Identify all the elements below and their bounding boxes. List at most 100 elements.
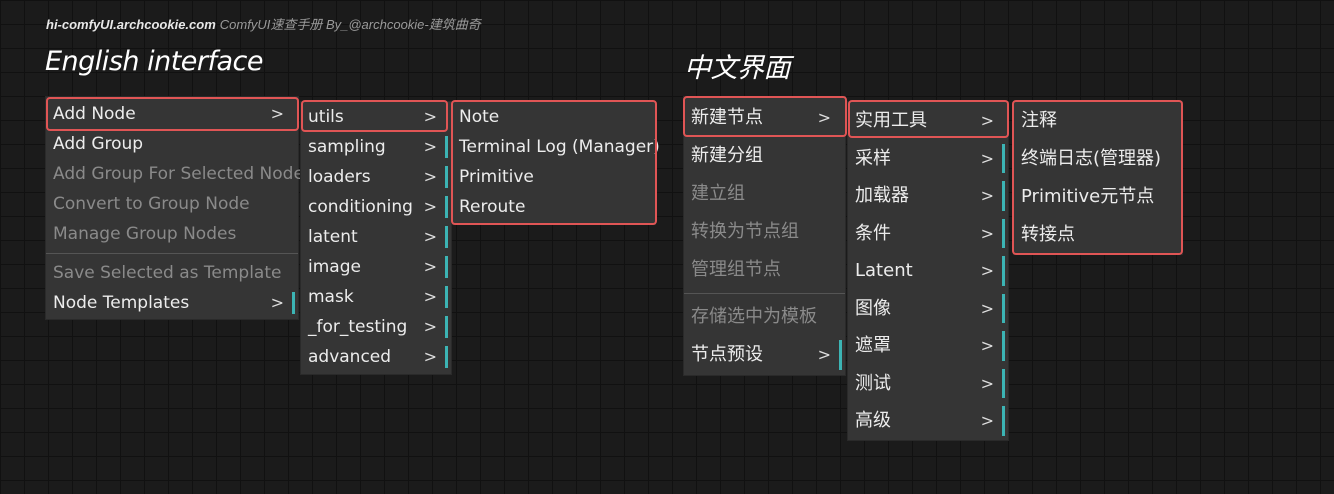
cn-category-utils[interactable]: 实用工具 > (848, 102, 1008, 140)
english-section-title: English interface (45, 46, 264, 77)
cn-category-advanced-label: 高级 (855, 410, 891, 431)
cn-utils-reroute[interactable]: 转接点 (1014, 216, 1182, 254)
chevron-right-icon: > (423, 197, 437, 216)
cn-utils-terminal-log-label: 终端日志(管理器) (1021, 148, 1162, 169)
chevron-right-icon: > (980, 111, 994, 130)
cn-menu-add-node[interactable]: 新建节点 > (684, 99, 845, 137)
cn-menu-manage-group-nodes-label: 管理组节点 (691, 259, 781, 280)
cn-utils-terminal-log[interactable]: 终端日志(管理器) (1014, 140, 1182, 178)
en-utils-menu: Note Terminal Log (Manager) Primitive Re… (452, 102, 660, 224)
en-menu-add-group[interactable]: Add Group (46, 129, 298, 159)
cn-category-for-testing-label: 测试 (855, 372, 891, 394)
en-menu-manage-group-nodes-label: Manage Group Nodes (53, 224, 237, 244)
chevron-right-icon: > (270, 104, 284, 123)
submenu-indicator (1002, 406, 1005, 436)
en-utils-reroute[interactable]: Reroute (452, 192, 655, 222)
chevron-right-icon: > (980, 336, 994, 355)
chevron-right-icon: > (980, 186, 994, 205)
en-category-loaders[interactable]: loaders > (301, 162, 451, 192)
submenu-indicator (445, 196, 448, 218)
chevron-right-icon: > (423, 257, 437, 276)
cn-category-latent-label: Latent (855, 260, 913, 281)
watermark: hi-comfyUI.archcookie.com ComfyUI速查手册 By_… (46, 14, 481, 33)
en-category-image-label: image (308, 257, 361, 277)
cn-utils-primitive-label: Primitive元节点 (1021, 186, 1155, 207)
cn-utils-primitive[interactable]: Primitive元节点 (1014, 178, 1182, 216)
submenu-indicator (839, 340, 842, 370)
en-menu-save-template-label: Save Selected as Template (53, 263, 282, 283)
en-utils-terminal-log[interactable]: Terminal Log (Manager) (452, 132, 660, 162)
cn-category-advanced[interactable]: 高级 > (848, 402, 1008, 440)
en-menu-convert-group-node: Convert to Group Node (46, 189, 298, 219)
en-category-conditioning[interactable]: conditioning > (301, 192, 451, 222)
submenu-indicator (292, 292, 295, 314)
chevron-right-icon: > (423, 107, 437, 126)
en-menu-save-template: Save Selected as Template (46, 258, 298, 288)
cn-context-menu: 新建节点 > 新建分组 建立组 转换为节点组 管理组节点 存储选中为模板 节点预… (684, 97, 845, 375)
cn-menu-node-templates[interactable]: 节点预设 > (684, 336, 845, 374)
cn-category-mask[interactable]: 遮罩 > (848, 327, 1008, 365)
en-category-advanced[interactable]: advanced > (301, 342, 451, 372)
cn-menu-add-group-label: 新建分组 (691, 145, 763, 166)
submenu-indicator (1002, 143, 1005, 173)
en-menu-add-node-label: Add Node (53, 104, 136, 124)
cn-category-image-label: 图像 (855, 297, 891, 319)
cn-category-latent[interactable]: Latent > (848, 252, 1008, 290)
chevron-right-icon: > (980, 373, 994, 393)
cn-menu-add-group-selected-label: 建立组 (691, 183, 745, 204)
cn-menu-add-group-selected: 建立组 (684, 175, 845, 213)
cn-category-for-testing[interactable]: 测试 > (848, 365, 1008, 403)
chevron-right-icon: > (980, 298, 994, 318)
en-context-menu: Add Node > Add Group Add Group For Selec… (46, 97, 313, 319)
submenu-indicator (445, 136, 448, 158)
chevron-right-icon: > (423, 347, 437, 366)
en-utils-note-label: Note (459, 107, 500, 127)
cn-utils-menu: 注释 终端日志(管理器) Primitive元节点 转接点 (1014, 102, 1182, 254)
en-category-mask-label: mask (308, 287, 354, 307)
cn-menu-separator (684, 293, 845, 294)
en-utils-note[interactable]: Note (452, 102, 655, 132)
en-category-utils[interactable]: utils > (301, 102, 451, 132)
cn-category-image[interactable]: 图像 > (848, 290, 1008, 328)
en-category-for-testing-label: _for_testing (308, 317, 408, 337)
chevron-right-icon: > (423, 137, 437, 156)
en-menu-node-templates[interactable]: Node Templates > (46, 288, 298, 318)
cn-category-utils-label: 实用工具 (855, 110, 927, 131)
en-category-conditioning-label: conditioning (308, 197, 413, 217)
en-category-latent[interactable]: latent > (301, 222, 451, 252)
chevron-right-icon: > (423, 227, 437, 246)
en-category-latent-label: latent (308, 227, 358, 247)
en-menu-manage-group-nodes: Manage Group Nodes (46, 219, 298, 249)
cn-category-loaders[interactable]: 加载器 > (848, 177, 1008, 215)
en-utils-reroute-label: Reroute (459, 197, 526, 217)
submenu-indicator (1002, 293, 1005, 323)
cn-menu-convert-group-node-label: 转换为节点组 (691, 221, 799, 242)
cn-menu-add-group[interactable]: 新建分组 (684, 137, 845, 175)
en-category-for-testing[interactable]: _for_testing > (301, 312, 451, 342)
cn-category-conditioning[interactable]: 条件 > (848, 215, 1008, 253)
en-category-sampling[interactable]: sampling > (301, 132, 451, 162)
en-category-mask[interactable]: mask > (301, 282, 451, 312)
cn-utils-note[interactable]: 注释 (1014, 102, 1182, 140)
cn-category-loaders-label: 加载器 (855, 185, 909, 206)
cn-menu-convert-group-node: 转换为节点组 (684, 213, 845, 251)
cn-category-menu: 实用工具 > 采样 > 加载器 > 条件 > Latent > 图像 > 遮罩 … (848, 102, 1008, 440)
cn-menu-save-template-label: 存储选中为模板 (691, 306, 817, 327)
chevron-right-icon: > (980, 411, 994, 430)
cn-utils-note-label: 注释 (1021, 110, 1057, 131)
chevron-right-icon: > (423, 167, 437, 186)
en-utils-primitive-label: Primitive (459, 167, 534, 187)
en-menu-add-node[interactable]: Add Node > (46, 99, 298, 129)
submenu-indicator (1002, 256, 1005, 286)
en-utils-primitive[interactable]: Primitive (452, 162, 655, 192)
cn-category-sampling[interactable]: 采样 > (848, 140, 1008, 178)
cn-utils-reroute-label: 转接点 (1021, 224, 1075, 245)
submenu-indicator (1002, 368, 1005, 398)
submenu-indicator (1002, 218, 1005, 248)
en-category-image[interactable]: image > (301, 252, 451, 282)
cn-category-conditioning-label: 条件 (855, 222, 891, 244)
en-category-menu: utils > sampling > loaders > conditionin… (301, 102, 451, 374)
en-menu-separator (46, 253, 298, 254)
submenu-indicator (445, 226, 448, 248)
cn-menu-add-node-label: 新建节点 (691, 107, 763, 128)
